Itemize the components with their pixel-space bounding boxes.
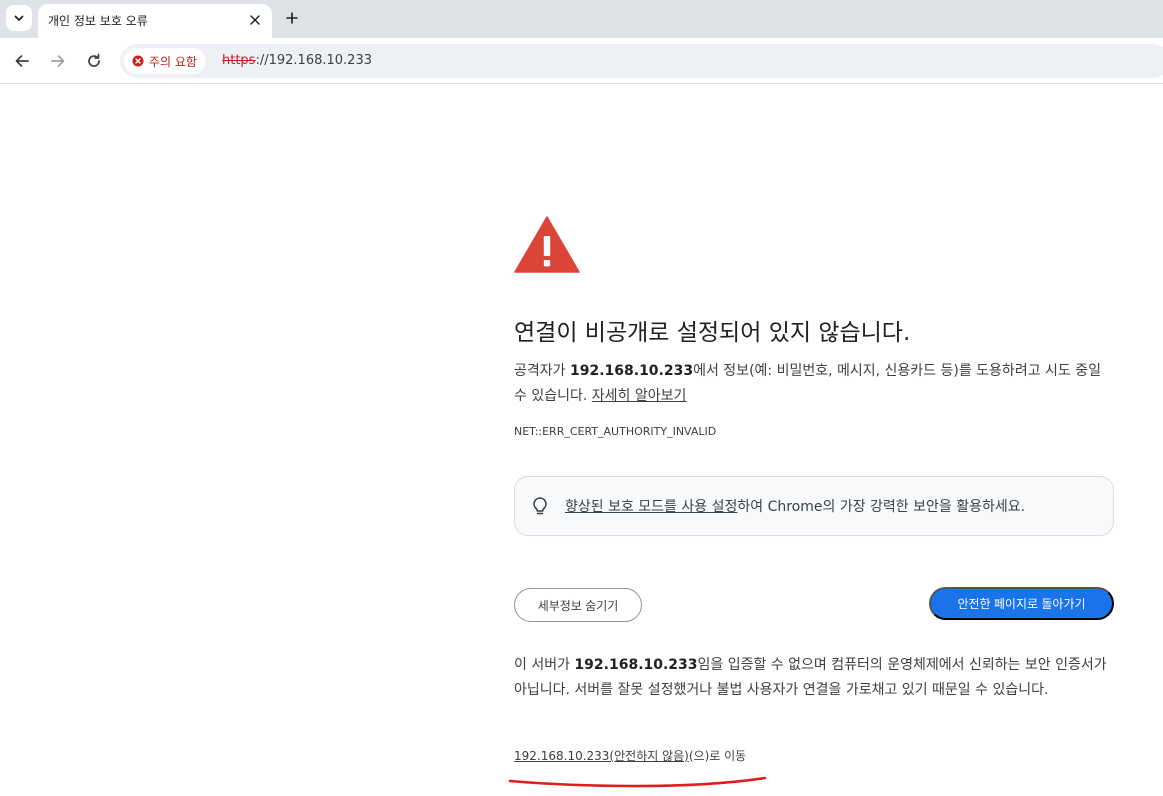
enhanced-protection-banner: 향상된 보호 모드를 사용 설정하여 Chrome의 가장 강력한 보안을 활용… [514, 476, 1114, 536]
arrow-left-icon [15, 55, 29, 67]
tab-close-button[interactable] [246, 11, 264, 29]
reload-button[interactable] [83, 50, 105, 72]
error-icon [132, 55, 144, 67]
plus-icon [286, 12, 298, 24]
back-to-safety-button[interactable]: 안전한 페이지로 돌아가기 [929, 587, 1114, 620]
new-tab-button[interactable] [282, 8, 302, 28]
security-chip-label: 주의 요함 [149, 54, 197, 69]
enhanced-protection-link[interactable]: 향상된 보호 모드를 사용 설정 [565, 499, 737, 515]
url-host: ://192.168.10.233 [255, 53, 372, 68]
learn-more-link[interactable]: 자세히 알아보기 [592, 388, 687, 404]
toolbar: 주의 요함 https://192.168.10.233 [0, 38, 1163, 84]
back-button[interactable] [11, 50, 33, 72]
page-title: 연결이 비공개로 설정되어 있지 않습니다. [514, 320, 911, 346]
warning-triangle-icon [514, 216, 580, 273]
host-name: 192.168.10.233 [569, 363, 694, 379]
enhanced-protection-text: 향상된 보호 모드를 사용 설정하여 Chrome의 가장 강력한 보안을 활용… [565, 499, 1026, 515]
url-scheme: https [222, 53, 256, 68]
tab-title: 개인 정보 보호 오류 [48, 14, 148, 28]
forward-button[interactable] [47, 50, 69, 72]
tab-search-button[interactable] [6, 5, 32, 31]
details-text: 이 서버가 192.168.10.233임을 입증할 수 없으며 컴퓨터의 운영… [514, 657, 1107, 698]
proceed-line: 192.168.10.233(안전하지 않음)(으)로 이동 [514, 749, 747, 763]
hide-details-button[interactable]: 세부정보 숨기기 [514, 588, 642, 622]
proceed-unsafe-link[interactable]: 192.168.10.233(안전하지 않음) [514, 749, 689, 763]
description: 공격자가 192.168.10.233에서 정보(예: 비밀번호, 메시지, 신… [514, 363, 1101, 404]
reload-icon [88, 53, 100, 67]
lightbulb-icon [533, 497, 547, 515]
close-icon [250, 15, 260, 25]
security-chip[interactable]: 주의 요함 [124, 48, 206, 74]
tab-strip: 개인 정보 보호 오류 [0, 0, 1163, 38]
tab-active[interactable]: 개인 정보 보호 오류 [38, 4, 272, 38]
url-text[interactable]: https://192.168.10.233 [222, 53, 372, 68]
details-host-name: 192.168.10.233 [574, 657, 698, 673]
error-code: NET::ERR_CERT_AUTHORITY_INVALID [514, 425, 717, 438]
arrow-right-icon [51, 55, 65, 67]
address-bar[interactable]: 주의 요함 https://192.168.10.233 [120, 44, 1163, 78]
red-underline-annotation [508, 776, 767, 788]
chevron-down-icon [14, 15, 24, 21]
